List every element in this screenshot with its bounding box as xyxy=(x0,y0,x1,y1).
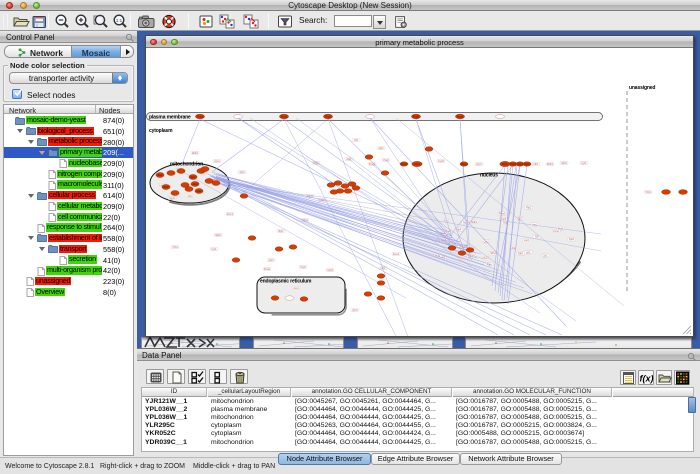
svg-text:Aco1: Aco1 xyxy=(293,287,299,290)
svg-text:Sdh1: Sdh1 xyxy=(518,253,524,256)
svg-text:Yhb1: Yhb1 xyxy=(172,246,178,249)
svg-text:endoplasmic reticulum: endoplasmic reticulum xyxy=(260,279,312,285)
svg-text:Idh1: Idh1 xyxy=(534,163,539,166)
svg-text:Sdh2: Sdh2 xyxy=(215,234,221,237)
svg-text:Rip1: Rip1 xyxy=(279,230,285,233)
svg-text:Nup1: Nup1 xyxy=(414,163,420,166)
svg-text:Pet9: Pet9 xyxy=(501,218,507,221)
svg-text:Nup1: Nup1 xyxy=(510,163,516,166)
svg-text:Mdh1: Mdh1 xyxy=(192,152,199,155)
svg-text:Atp2: Atp2 xyxy=(197,190,203,193)
svg-text:Cox5: Cox5 xyxy=(327,269,333,272)
svg-text:Idh1: Idh1 xyxy=(526,251,531,254)
svg-text:unassigned: unassigned xyxy=(629,85,655,91)
svg-text:f(x): f(x) xyxy=(640,374,654,384)
svg-text:Pma1: Pma1 xyxy=(264,268,271,271)
svg-text:Ilv5: Ilv5 xyxy=(535,236,539,239)
svg-text:Pma1: Pma1 xyxy=(325,116,332,119)
svg-text:Fum1: Fum1 xyxy=(393,253,400,256)
svg-text:Sdh2: Sdh2 xyxy=(490,252,496,255)
svg-text:Atp2: Atp2 xyxy=(193,183,199,186)
svg-text:Pma1: Pma1 xyxy=(413,116,420,119)
svg-text:Mdh1: Mdh1 xyxy=(547,163,554,166)
svg-text:Nup1: Nup1 xyxy=(461,163,467,166)
svg-text:Pma1: Pma1 xyxy=(457,116,464,119)
svg-text:mitochondrion: mitochondrion xyxy=(170,162,203,168)
svg-text:Cox5: Cox5 xyxy=(438,160,444,163)
svg-text:Nup1: Nup1 xyxy=(502,163,508,166)
svg-text:Nup1: Nup1 xyxy=(517,163,523,166)
svg-text:Atp2: Atp2 xyxy=(191,176,197,179)
svg-text:Atp4: Atp4 xyxy=(269,259,275,262)
svg-text:1:1: 1:1 xyxy=(116,18,123,23)
svg-text:Atp4: Atp4 xyxy=(240,171,246,174)
svg-text:Kgd1: Kgd1 xyxy=(569,238,575,241)
svg-text:Atp4: Atp4 xyxy=(188,195,194,198)
svg-text:Atp2: Atp2 xyxy=(158,174,164,177)
svg-text:Aco1: Aco1 xyxy=(214,160,220,163)
svg-text:Atp2: Atp2 xyxy=(164,186,170,189)
svg-text:Kgd1: Kgd1 xyxy=(169,197,175,200)
svg-text:Pma1: Pma1 xyxy=(281,116,288,119)
svg-text:Qcr2: Qcr2 xyxy=(476,163,482,166)
svg-text:plasma membrane: plasma membrane xyxy=(149,114,191,120)
svg-text:Mdh1: Mdh1 xyxy=(471,221,478,224)
svg-text:Cyt1: Cyt1 xyxy=(212,248,218,251)
svg-text:Nup1: Nup1 xyxy=(524,163,530,166)
svg-text:Yhb1: Yhb1 xyxy=(645,191,651,194)
svg-text:Fum1: Fum1 xyxy=(227,213,234,216)
svg-text:Ilv5: Ilv5 xyxy=(354,139,358,142)
svg-text:Lsc2: Lsc2 xyxy=(524,239,530,242)
svg-text:Sdh2: Sdh2 xyxy=(561,162,567,165)
svg-text:Atp2: Atp2 xyxy=(379,147,385,150)
svg-text:Cyt1: Cyt1 xyxy=(543,255,549,258)
svg-text:Fum1: Fum1 xyxy=(553,230,560,233)
svg-text:Pet9: Pet9 xyxy=(301,266,307,269)
svg-text:Rip1: Rip1 xyxy=(526,207,532,210)
svg-text:Qcr2: Qcr2 xyxy=(352,309,358,312)
svg-text:Atp2: Atp2 xyxy=(512,247,518,250)
svg-text:Pma1: Pma1 xyxy=(197,116,204,119)
svg-text:Nup1: Nup1 xyxy=(401,163,407,166)
svg-text:Pma1: Pma1 xyxy=(499,213,506,216)
svg-text:Cyt1: Cyt1 xyxy=(582,162,588,165)
svg-text:cytoplasm: cytoplasm xyxy=(149,128,173,134)
